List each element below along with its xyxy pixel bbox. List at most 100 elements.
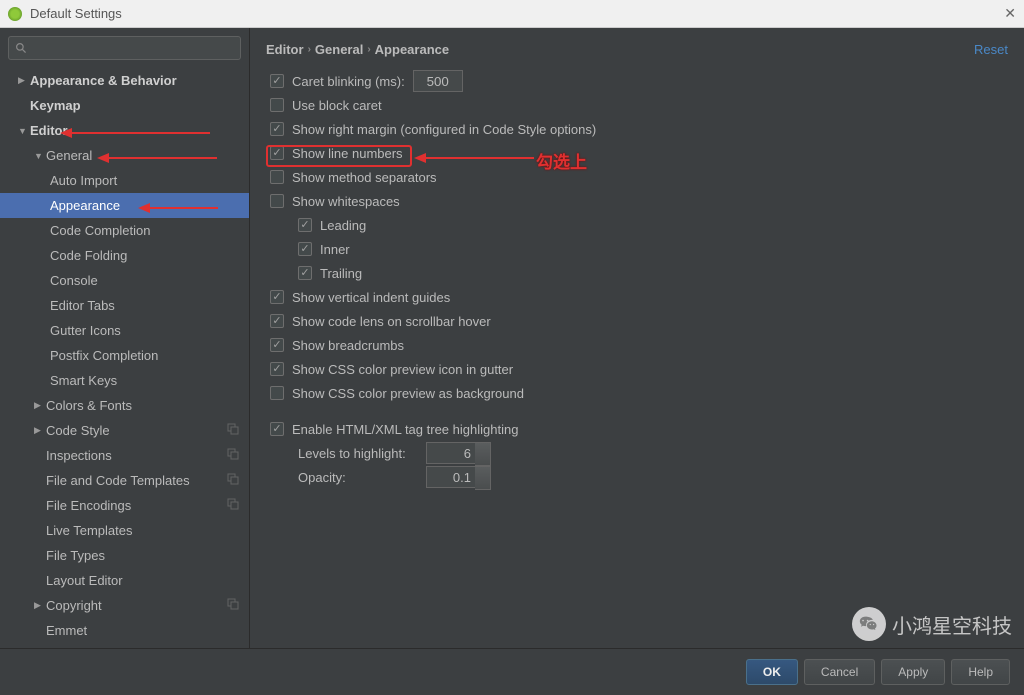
tree-item[interactable]: Console bbox=[0, 268, 249, 293]
html-tag-row: Enable HTML/XML tag tree highlighting bbox=[270, 417, 1008, 441]
line-numbers-checkbox[interactable] bbox=[270, 146, 284, 160]
tree-item[interactable]: Code Completion bbox=[0, 218, 249, 243]
tree-item-label: Postfix Completion bbox=[50, 348, 158, 363]
tree-item[interactable]: Live Templates bbox=[0, 518, 249, 543]
content-panel: Editor › General › Appearance Reset Care… bbox=[250, 28, 1024, 648]
tree-item[interactable]: Auto Import bbox=[0, 168, 249, 193]
css-gutter-label: Show CSS color preview icon in gutter bbox=[292, 362, 513, 377]
copy-icon bbox=[227, 473, 239, 488]
tree-item[interactable]: ▶Colors & Fonts bbox=[0, 393, 249, 418]
tree-item[interactable]: Appearance bbox=[0, 193, 249, 218]
reset-link[interactable]: Reset bbox=[974, 42, 1008, 57]
html-tag-label: Enable HTML/XML tag tree highlighting bbox=[292, 422, 518, 437]
inner-checkbox[interactable] bbox=[298, 242, 312, 256]
whitespaces-checkbox[interactable] bbox=[270, 194, 284, 208]
copy-icon bbox=[227, 598, 239, 613]
trailing-row: Trailing bbox=[270, 261, 1008, 285]
close-icon[interactable]: ✕ bbox=[1004, 5, 1016, 22]
tree-item[interactable]: ▶Appearance & Behavior bbox=[0, 68, 249, 93]
tree-item-label: Appearance bbox=[50, 198, 120, 213]
css-bg-row: Show CSS color preview as background bbox=[270, 381, 1008, 405]
breadcrumbs-row: Show breadcrumbs bbox=[270, 333, 1008, 357]
breadcrumb-part[interactable]: Editor bbox=[266, 42, 304, 57]
tree-item[interactable]: ▶Code Style bbox=[0, 418, 249, 443]
right-margin-checkbox[interactable] bbox=[270, 122, 284, 136]
sidebar: ▶Appearance & BehaviorKeymap▼Editor▼Gene… bbox=[0, 28, 250, 648]
tree-item[interactable]: Postfix Completion bbox=[0, 343, 249, 368]
tree-item-label: Inspections bbox=[46, 448, 112, 463]
tree-item[interactable]: Gutter Icons bbox=[0, 318, 249, 343]
method-separators-row: Show method separators bbox=[270, 165, 1008, 189]
annotation-text: 勾选上 bbox=[536, 148, 587, 173]
tree-item-label: Appearance & Behavior bbox=[30, 73, 177, 88]
whitespaces-row: Show whitespaces bbox=[270, 189, 1008, 213]
whitespaces-label: Show whitespaces bbox=[292, 194, 400, 209]
breadcrumb: Editor › General › Appearance Reset bbox=[266, 36, 1008, 69]
tree-item[interactable]: Inspections bbox=[0, 443, 249, 468]
right-margin-label: Show right margin (configured in Code St… bbox=[292, 122, 596, 137]
tree-item[interactable]: Keymap bbox=[0, 93, 249, 118]
cancel-button[interactable]: Cancel bbox=[804, 659, 875, 685]
tree-item[interactable]: ▼Editor bbox=[0, 118, 249, 143]
opacity-input[interactable]: 0.1 bbox=[426, 466, 476, 488]
indent-guides-checkbox[interactable] bbox=[270, 290, 284, 304]
tree-item[interactable]: ▼General bbox=[0, 143, 249, 168]
search-input[interactable] bbox=[8, 36, 241, 60]
tree-item[interactable]: File Types bbox=[0, 543, 249, 568]
breadcrumbs-checkbox[interactable] bbox=[270, 338, 284, 352]
settings-tree: ▶Appearance & BehaviorKeymap▼Editor▼Gene… bbox=[0, 68, 249, 648]
tree-item[interactable]: ▶Copyright bbox=[0, 593, 249, 618]
copy-icon bbox=[227, 448, 239, 463]
titlebar: Default Settings ✕ bbox=[0, 0, 1024, 28]
code-lens-checkbox[interactable] bbox=[270, 314, 284, 328]
help-button[interactable]: Help bbox=[951, 659, 1010, 685]
tree-item-label: Copyright bbox=[46, 598, 102, 613]
inner-row: Inner bbox=[270, 237, 1008, 261]
watermark-text: 小鸿星空科技 bbox=[892, 610, 1012, 639]
tree-item[interactable]: Emmet bbox=[0, 618, 249, 643]
caret-blinking-row: Caret blinking (ms): bbox=[270, 69, 1008, 93]
tree-arrow-icon: ▶ bbox=[34, 400, 46, 411]
leading-checkbox[interactable] bbox=[298, 218, 312, 232]
tree-item[interactable]: Smart Keys bbox=[0, 368, 249, 393]
breadcrumb-part[interactable]: General bbox=[315, 42, 363, 57]
caret-blinking-input[interactable] bbox=[413, 70, 463, 92]
tree-item[interactable]: File and Code Templates bbox=[0, 468, 249, 493]
code-lens-row: Show code lens on scrollbar hover bbox=[270, 309, 1008, 333]
caret-blinking-checkbox[interactable] bbox=[270, 74, 284, 88]
tree-arrow-icon: ▶ bbox=[34, 600, 46, 611]
tree-arrow-icon: ▼ bbox=[34, 151, 46, 161]
css-gutter-checkbox[interactable] bbox=[270, 362, 284, 376]
block-caret-checkbox[interactable] bbox=[270, 98, 284, 112]
search-icon bbox=[15, 42, 28, 55]
copy-icon bbox=[227, 423, 239, 438]
ok-button[interactable]: OK bbox=[746, 659, 798, 685]
tree-item-label: Smart Keys bbox=[50, 373, 117, 388]
tree-item[interactable]: File Encodings bbox=[0, 493, 249, 518]
method-separators-label: Show method separators bbox=[292, 170, 437, 185]
dialog-footer: OK Cancel Apply Help bbox=[0, 648, 1024, 694]
tree-item-label: Keymap bbox=[30, 98, 81, 113]
window-title: Default Settings bbox=[30, 6, 122, 21]
right-margin-row: Show right margin (configured in Code St… bbox=[270, 117, 1008, 141]
copy-icon bbox=[227, 498, 239, 513]
tree-item-label: Live Templates bbox=[46, 523, 132, 538]
tree-item[interactable]: Layout Editor bbox=[0, 568, 249, 593]
trailing-label: Trailing bbox=[320, 266, 362, 281]
caret-blinking-label: Caret blinking (ms): bbox=[292, 74, 405, 89]
watermark: 小鸿星空科技 bbox=[852, 607, 1012, 641]
trailing-checkbox[interactable] bbox=[298, 266, 312, 280]
leading-row: Leading bbox=[270, 213, 1008, 237]
opacity-row: Opacity: 0.1 bbox=[270, 465, 1008, 489]
tree-item[interactable]: Editor Tabs bbox=[0, 293, 249, 318]
method-separators-checkbox[interactable] bbox=[270, 170, 284, 184]
apply-button[interactable]: Apply bbox=[881, 659, 945, 685]
tree-item[interactable]: Code Folding bbox=[0, 243, 249, 268]
levels-input[interactable]: 6 bbox=[426, 442, 476, 464]
app-icon bbox=[8, 7, 22, 21]
tree-item-label: Code Completion bbox=[50, 223, 150, 238]
breadcrumbs-label: Show breadcrumbs bbox=[292, 338, 404, 353]
tree-item-label: File and Code Templates bbox=[46, 473, 190, 488]
css-bg-checkbox[interactable] bbox=[270, 386, 284, 400]
html-tag-checkbox[interactable] bbox=[270, 422, 284, 436]
